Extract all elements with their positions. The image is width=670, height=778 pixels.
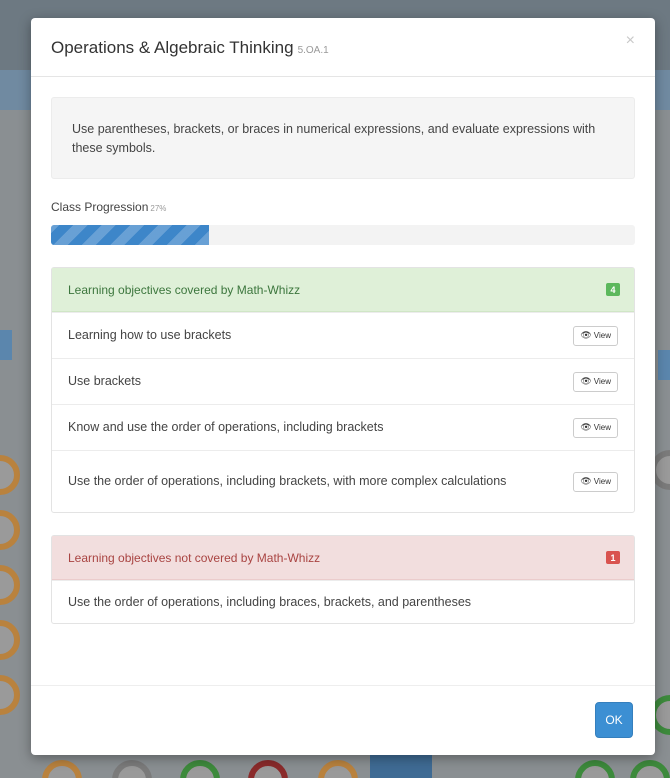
- background-ring: [318, 760, 358, 778]
- objective-text: Use the order of operations, including b…: [68, 474, 507, 488]
- view-button[interactable]: 👁 View: [573, 371, 618, 392]
- covered-objectives-title: Learning objectives covered by Math-Whiz…: [68, 282, 301, 297]
- objective-text: Know and use the order of operations, in…: [68, 420, 384, 434]
- view-button[interactable]: 👁 View: [573, 417, 618, 438]
- objective-text: Learning how to use brackets: [68, 328, 232, 342]
- standard-description: Use parentheses, brackets, or braces in …: [51, 97, 635, 179]
- view-button-label: View: [593, 423, 611, 432]
- background-ring: [0, 565, 20, 605]
- class-progression-fill: [51, 225, 209, 245]
- class-progression-percent: 27%: [150, 204, 167, 213]
- modal-title: Operations & Algebraic Thinking: [51, 38, 294, 57]
- view-button-label: View: [593, 377, 611, 386]
- background-ring: [0, 620, 20, 660]
- list-item: Use the order of operations, including b…: [52, 450, 634, 512]
- background-tab-left: [0, 330, 12, 360]
- modal-header: Operations & Algebraic Thinking 5.OA.1 ×: [31, 18, 655, 77]
- covered-count-badge: 4: [606, 283, 620, 296]
- not-covered-objectives-panel: Learning objectives not covered by Math-…: [51, 535, 635, 624]
- objective-text: Use the order of operations, including b…: [68, 594, 472, 609]
- list-item: Use the order of operations, including b…: [52, 580, 634, 623]
- class-progression-text: Class Progression: [51, 200, 149, 214]
- not-covered-count-badge: 1: [606, 551, 620, 564]
- background-ring: [0, 510, 20, 550]
- background-tab-right: [658, 350, 670, 380]
- objective-text: Use brackets: [68, 374, 141, 388]
- view-button[interactable]: 👁 View: [573, 325, 618, 346]
- standard-code: 5.OA.1: [297, 45, 329, 56]
- background-ring: [112, 760, 152, 778]
- view-button[interactable]: 👁 View: [573, 471, 618, 492]
- standard-details-modal: Operations & Algebraic Thinking 5.OA.1 × …: [31, 18, 655, 755]
- modal-footer: OK: [31, 685, 655, 755]
- covered-objectives-panel: Learning objectives covered by Math-Whiz…: [51, 267, 635, 513]
- background-ring: [0, 675, 20, 715]
- not-covered-objectives-title: Learning objectives not covered by Math-…: [68, 550, 321, 565]
- modal-body: Use parentheses, brackets, or braces in …: [31, 77, 655, 624]
- view-button-label: View: [593, 477, 611, 486]
- class-progression-label: Class Progression 27%: [51, 200, 635, 214]
- eye-icon: 👁: [580, 422, 592, 432]
- background-ring: [575, 760, 615, 778]
- close-icon[interactable]: ×: [626, 32, 635, 50]
- background-ring: [42, 760, 82, 778]
- eye-icon: 👁: [580, 330, 592, 340]
- class-progression-bar: [51, 225, 635, 245]
- eye-icon: 👁: [580, 476, 592, 486]
- not-covered-objectives-heading: Learning objectives not covered by Math-…: [52, 536, 634, 580]
- background-ring: [248, 760, 288, 778]
- background-ring: [180, 760, 220, 778]
- background-bar: [370, 752, 432, 778]
- list-item: Use brackets 👁 View: [52, 358, 634, 404]
- list-item: Know and use the order of operations, in…: [52, 404, 634, 450]
- view-button-label: View: [593, 331, 611, 340]
- list-item: Learning how to use brackets 👁 View: [52, 312, 634, 358]
- covered-objectives-heading: Learning objectives covered by Math-Whiz…: [52, 268, 634, 312]
- background-ring: [0, 455, 20, 495]
- background-ring: [630, 760, 670, 778]
- eye-icon: 👁: [580, 376, 592, 386]
- ok-button[interactable]: OK: [595, 702, 633, 738]
